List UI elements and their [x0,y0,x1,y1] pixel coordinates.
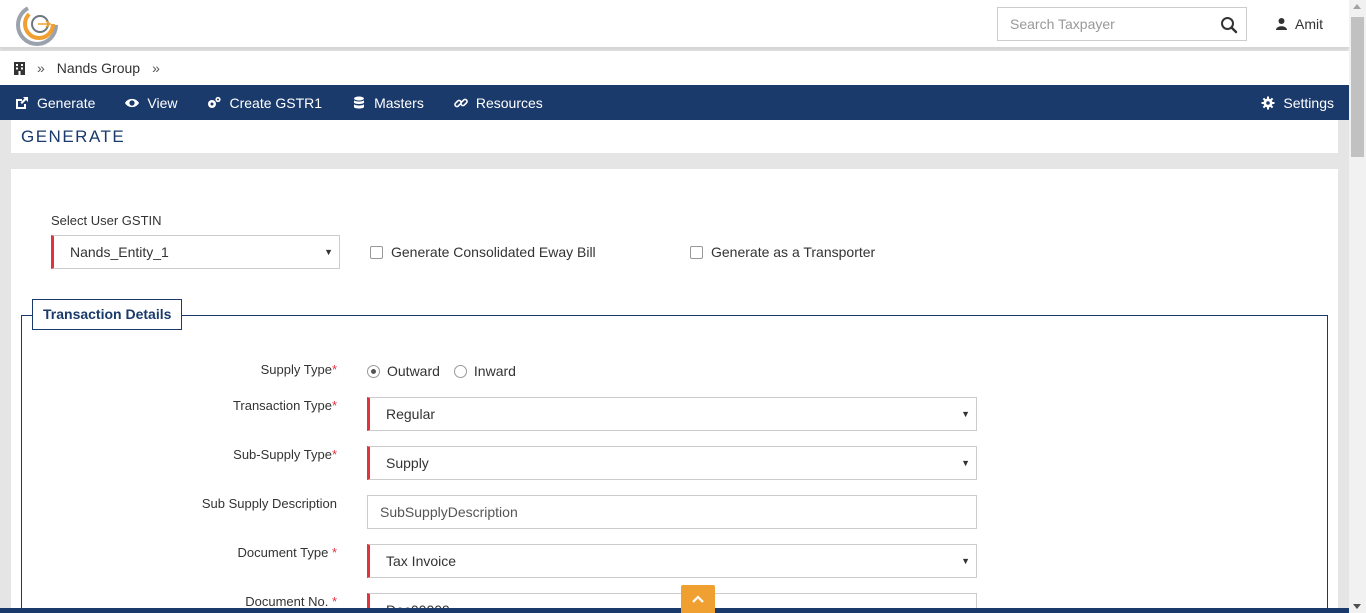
document-no-label: Document No. * [245,594,337,609]
transaction-details-title: Transaction Details [32,299,183,330]
document-type-label: Document Type * [237,545,337,560]
nav-settings[interactable]: Settings [1246,85,1349,120]
caret-down-icon: ▼ [961,556,970,566]
breadcrumb-group[interactable]: Nands Group [57,60,140,76]
nav-create-gstr1[interactable]: Create GSTR1 [192,85,337,120]
nav-resources-label: Resources [475,94,543,111]
sub-supply-description-value: SubSupplyDescription [380,504,518,520]
nav-create-gstr1-label: Create GSTR1 [229,94,323,111]
transporter-checkbox[interactable] [690,245,703,259]
sub-supply-type-select[interactable]: Supply ▼ [367,446,977,480]
required-mark: * [331,447,337,462]
nav-resources[interactable]: Resources [439,85,558,120]
consolidated-checkbox[interactable] [370,245,383,259]
scroll-up-arrow-icon[interactable] [1353,4,1361,9]
link-icon [453,98,468,107]
user-name: Amit [1295,16,1323,32]
user-menu[interactable]: Amit [1276,14,1323,34]
inward-radio-label[interactable]: Inward [474,363,516,379]
top-bar: Amit [0,0,1349,48]
eye-icon [125,98,140,107]
transaction-type-select[interactable]: Regular ▼ [367,397,977,431]
transaction-type-value: Regular [386,406,436,422]
breadcrumb: » Nands Group » [0,51,1349,85]
chevron-up-icon [692,595,704,603]
nav-generate[interactable]: Generate [0,85,110,120]
transaction-type-label: Transaction Type* [232,398,337,413]
database-icon [354,96,365,108]
gstin-select-value: Nands_Entity_1 [70,244,169,260]
gears-icon [208,96,222,108]
required-mark: * [331,362,337,377]
nav-generate-label: Generate [37,94,96,111]
page-title: GENERATE [11,120,1338,153]
user-icon [1276,18,1287,30]
gstin-label: Select User GSTIN [51,213,162,228]
app-logo[interactable] [14,3,60,47]
search-box[interactable] [997,7,1247,41]
nav-view-label: View [147,94,178,111]
required-mark: * [331,398,337,413]
nav-settings-label: Settings [1283,94,1334,111]
main-nav: Generate View Create GSTR1 Masters Resou… [0,85,1349,120]
document-type-select[interactable]: Tax Invoice ▼ [367,544,977,578]
nav-masters[interactable]: Masters [337,85,439,120]
breadcrumb-separator-icon: » [152,60,160,76]
nav-view[interactable]: View [110,85,192,120]
supply-type-label: Supply Type* [260,362,337,377]
share-square-icon [16,96,28,109]
caret-down-icon: ▼ [324,247,333,257]
caret-down-icon: ▼ [961,409,970,419]
nav-masters-label: Masters [374,94,424,111]
search-icon[interactable] [1220,16,1238,34]
scroll-to-top-button[interactable] [681,585,715,613]
breadcrumb-separator-icon: » [37,60,45,76]
bottom-strip [0,608,1349,613]
gear-icon [1261,96,1275,109]
outward-radio-label[interactable]: Outward [387,363,440,379]
sub-supply-type-label: Sub-Supply Type* [233,447,337,462]
page-scrollbar[interactable] [1349,0,1366,613]
sub-supply-description-input[interactable]: SubSupplyDescription [367,495,977,529]
inward-radio[interactable] [453,364,467,378]
document-type-value: Tax Invoice [386,553,457,569]
scrollbar-thumb[interactable] [1351,17,1364,157]
transporter-checkbox-row[interactable]: Generate as a Transporter [690,244,875,260]
caret-down-icon: ▼ [961,458,970,468]
building-icon[interactable] [14,61,25,75]
search-input[interactable] [998,8,1208,40]
sub-supply-description-label: Sub Supply Description [201,496,337,511]
required-mark: * [331,545,337,560]
transporter-label: Generate as a Transporter [711,244,876,260]
consolidated-label: Generate Consolidated Eway Bill [391,244,596,260]
outward-radio[interactable] [367,364,380,378]
sub-supply-type-value: Supply [386,455,429,471]
consolidated-checkbox-row[interactable]: Generate Consolidated Eway Bill [370,244,596,260]
gstin-select[interactable]: Nands_Entity_1 ▼ [51,235,340,269]
required-mark: * [331,594,337,609]
scroll-down-arrow-icon[interactable] [1353,604,1361,609]
supply-type-radio-group: Outward Inward [367,363,516,379]
